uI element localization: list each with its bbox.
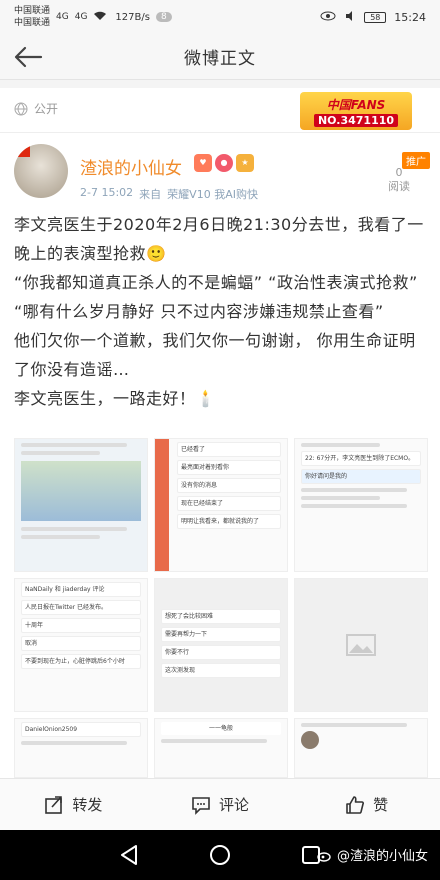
vip-icon[interactable]: ♥ [194,154,212,172]
fans-badge-title: 中国FANS [326,97,386,112]
read-count: 0 阅读 [388,166,410,194]
signal-2: 4G [74,12,88,22]
watermark: @渣浪的小仙女 [317,845,428,864]
thumb-header: NaNDaily 和 jiaderday 评论 [21,582,141,597]
chat-message: 取消 [21,636,141,651]
repost-button[interactable]: 转发 [0,779,147,830]
globe-icon [14,102,28,115]
user-name[interactable]: 渣浪的小仙女 [80,154,182,179]
post-body: 李文亮医生于2020年2月6日晚21:30分去世，我看了一晚上的表演型抢救🙂 “… [14,210,432,413]
image-thumb-4[interactable]: NaNDaily 和 jiaderday 评论 人民日报在Twitter 已经发… [14,578,148,712]
read-count-value: 0 [395,166,403,179]
user-badges: ♥ ● ★ [194,154,254,172]
chat-message: 想死了会比较困难 [161,609,281,624]
system-home-button[interactable] [207,842,233,868]
status-bar: 中国联通 中国联通 4G 4G 127B/s 8 58 15:24 [0,0,440,34]
image-thumb-5[interactable]: 想死了会比较困难 需要再帮力一下 你要不行 这次测发现 [154,578,288,712]
chat-message: 这次测发现 [161,663,281,678]
signal-1: 4G [56,12,69,22]
system-nav-bar: @渣浪的小仙女 [0,830,440,880]
image-grid: 已经看了 最亮面对着别看你 没有你的消息 现在已经结束了 明明让我看来，都就说我… [14,438,428,778]
thumb-header: DanielOnion2509 [21,722,141,737]
like-button[interactable]: 赞 [293,779,440,830]
thumb-header: 一一龟般 [161,722,281,735]
comment-label: 评论 [219,796,250,814]
post-paragraph: 他们欠你一个道歉，我们欠你一句谢谢， 你用生命证明了你没有造谣… [14,331,416,379]
chat-message: 人民日报在Twitter 已经发布。 [21,600,141,615]
circle-home-icon [210,845,230,865]
image-thumb-1[interactable] [14,438,148,572]
action-bar: 转发 评论 赞 [0,778,440,830]
post-time: 2-7 15:02 [80,186,134,199]
comment-icon [192,796,210,815]
chat-message: 22: 67分开，李文亮医生到除了ECMO。 [301,451,421,466]
post-paragraph: 李文亮医生，一路走好！🕯️ [14,389,216,408]
triangle-back-icon [121,845,137,865]
divider [0,132,440,133]
image-thumb-9[interactable] [294,718,428,778]
chat-message: 十周年 [21,618,141,633]
chat-message: 最亮面对着别看你 [177,460,281,475]
chat-message: 没有你的消息 [177,478,281,493]
weibo-logo-icon [317,851,331,862]
source-prefix: 来自 [139,188,162,201]
fans-badge-number: NO.3471110 [313,113,399,127]
flag-icon [14,146,30,157]
comment-button[interactable]: 评论 [147,779,294,830]
repost-label: 转发 [72,796,103,814]
system-back-button[interactable] [116,842,142,868]
watermark-text: @渣浪的小仙女 [336,849,428,864]
nav-bar: 微博正文 [0,34,440,80]
carrier-2: 中国联通 [14,18,51,28]
image-thumb-2[interactable]: 已经看了 最亮面对着别看你 没有你的消息 现在已经结束了 明明让我看来，都就说我… [154,438,288,572]
chat-message: 你要不行 [161,645,281,660]
repost-icon [45,795,63,814]
wifi-icon [93,11,107,24]
chat-message: 你好请问是我的 [301,469,421,484]
image-thumb-3[interactable]: 22: 67分开，李文亮医生到除了ECMO。 你好请问是我的 [294,438,428,572]
fans-club-icon[interactable]: ● [215,154,233,172]
notification-count: 8 [155,12,172,22]
read-count-label: 阅读 [388,180,410,193]
chat-message: 不要到现在为止，心脏停跳后6个小时 [21,654,141,669]
medal-icon[interactable]: ★ [236,154,254,172]
network-speed: 127B/s [115,11,150,23]
image-placeholder-icon [346,634,376,656]
clock: 15:24 [394,10,426,24]
image-thumb-8[interactable]: 一一龟般 [154,718,288,778]
visibility-indicator: 公开 [14,100,58,117]
page-title: 微博正文 [184,49,256,69]
post-source[interactable]: 荣耀V10 我AI购快 [167,186,258,202]
post-paragraph: 李文亮医生于2020年2月6日晚21:30分去世，我看了一晚上的表演型抢救🙂 [14,215,424,263]
post-meta: 2-7 15:02 来自 荣耀V10 我AI购快 [80,186,258,202]
like-label: 赞 [373,796,389,814]
battery-icon: 58 [364,11,387,23]
arrow-left-icon [14,46,43,68]
avatar[interactable] [14,144,68,198]
chat-message: 明明让我看来，都就说我的了 [177,514,281,529]
image-thumb-7[interactable]: DanielOnion2509 [14,718,148,778]
post-card: 公开 中国FANS NO.3471110 渣浪的小仙女 ♥ ● ★ 2-7 15… [0,88,440,778]
chat-message: 现在已经结束了 [177,496,281,511]
fans-badge[interactable]: 中国FANS NO.3471110 [300,92,412,130]
eye-icon [320,11,336,24]
chat-message: 需要再帮力一下 [161,627,281,642]
visibility-label: 公开 [34,102,59,116]
thumbs-up-icon [346,795,365,814]
chat-message: 已经看了 [177,442,281,457]
mute-icon [344,10,356,25]
image-thumb-6[interactable] [294,578,428,712]
back-button[interactable] [8,40,48,74]
post-paragraph: “你我都知道真正杀人的不是蝙蝠” “政治性表演式抢救” “哪有什么岁月静好 只不… [14,273,418,321]
carrier-1: 中国联通 [14,6,51,16]
